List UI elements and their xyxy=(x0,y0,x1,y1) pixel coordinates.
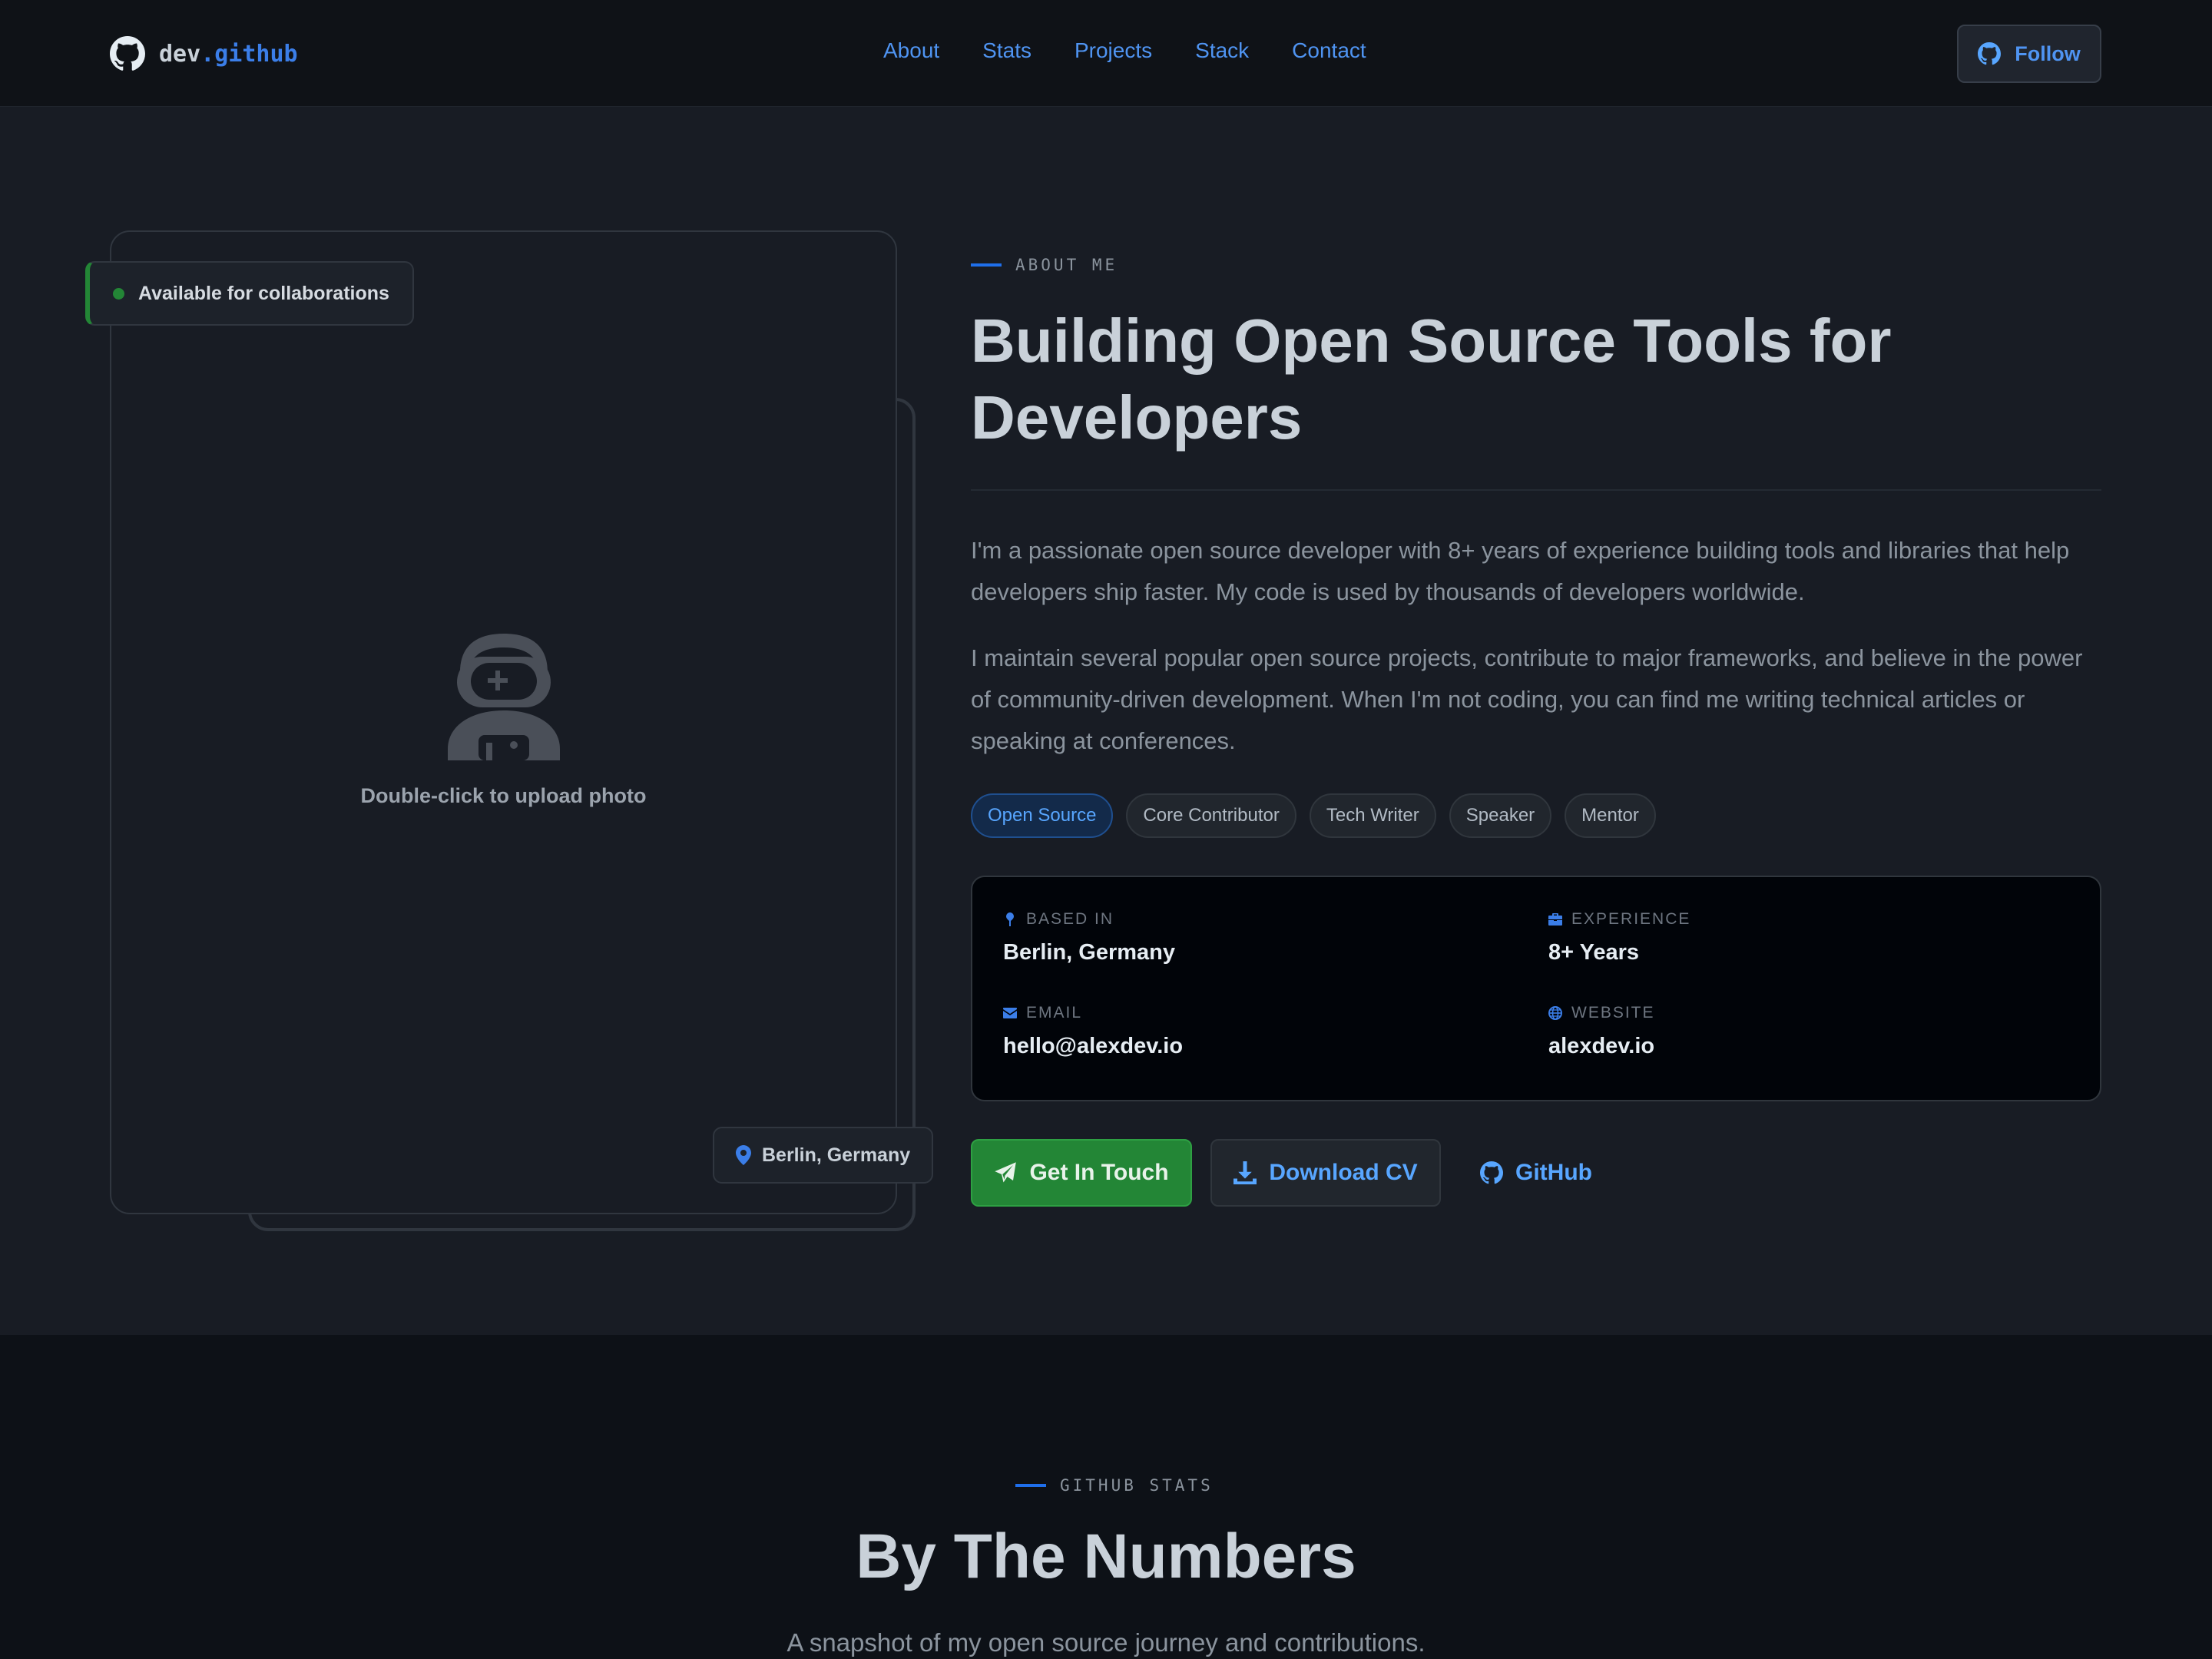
experience-label-text: EXPERIENCE xyxy=(1571,910,1691,928)
tag-speaker: Speaker xyxy=(1449,793,1552,838)
website-label-text: WEBSITE xyxy=(1571,1004,1655,1022)
paper-plane-icon xyxy=(995,1162,1017,1183)
github-link-button[interactable]: GitHub xyxy=(1475,1139,1598,1207)
globe-icon xyxy=(1548,1006,1562,1020)
nav-link-projects[interactable]: Projects xyxy=(1075,38,1152,63)
nav-link-about[interactable]: About xyxy=(883,38,939,63)
download-icon xyxy=(1233,1161,1257,1184)
astronaut-icon xyxy=(448,634,560,760)
get-in-touch-button[interactable]: Get In Touch xyxy=(971,1139,1192,1207)
about-eyebrow: ABOUT ME xyxy=(971,256,1118,274)
upload-photo-hint: Double-click to upload photo xyxy=(360,784,647,807)
skill-tags: Open Source Core Contributor Tech Writer… xyxy=(971,793,1656,838)
bio-paragraph-2: I maintain several popular open source p… xyxy=(971,644,2083,754)
github-link-label: GitHub xyxy=(1515,1160,1592,1185)
eyebrow-bar xyxy=(971,263,1002,267)
nav-link-stats[interactable]: Stats xyxy=(982,38,1031,63)
availability-text: Available for collaborations xyxy=(138,282,389,304)
eyebrow-bar xyxy=(1015,1484,1046,1487)
experience-value: 8+ Years xyxy=(1548,940,1640,965)
top-navbar: dev.github About Stats Projects Stack Co… xyxy=(0,0,2212,107)
stats-eyebrow-text: GITHUB STATS xyxy=(1060,1476,1214,1495)
briefcase-icon xyxy=(1548,913,1562,926)
download-cv-label: Download CV xyxy=(1269,1160,1418,1185)
get-in-touch-label: Get In Touch xyxy=(1029,1160,1169,1185)
email-value[interactable]: hello@alexdev.io xyxy=(1003,1034,1183,1059)
github-icon xyxy=(110,36,145,71)
info-experience-label: EXPERIENCE xyxy=(1548,908,1690,931)
follow-button[interactable]: Follow xyxy=(1957,25,2101,83)
stats-eyebrow: GITHUB STATS xyxy=(1015,1476,1214,1495)
about-eyebrow-text: ABOUT ME xyxy=(1015,256,1118,274)
tag-tech-writer: Tech Writer xyxy=(1309,793,1436,838)
info-email: EMAIL hello@alexdev.io xyxy=(1003,1002,1183,1059)
stats-title: By The Numbers xyxy=(856,1522,1356,1591)
location-badge-text: Berlin, Germany xyxy=(762,1144,911,1166)
download-cv-button[interactable]: Download CV xyxy=(1210,1139,1441,1207)
map-pin-icon xyxy=(1006,912,1014,926)
tag-open-source: Open Source xyxy=(971,793,1114,838)
bio-paragraph-1: I'm a passionate open source developer w… xyxy=(971,537,2070,605)
nav-link-contact[interactable]: Contact xyxy=(1292,38,1366,63)
github-icon xyxy=(1480,1161,1503,1184)
based-in-value: Berlin, Germany xyxy=(1003,940,1176,965)
info-website-label: WEBSITE xyxy=(1548,1002,1655,1025)
info-website: WEBSITE alexdev.io xyxy=(1548,1002,1655,1059)
brand-logo[interactable]: dev.github xyxy=(110,35,298,72)
github-icon xyxy=(1978,42,2002,65)
availability-badge: Available for collaborations xyxy=(85,261,414,326)
email-label-text: EMAIL xyxy=(1026,1004,1083,1022)
nav-link-stack[interactable]: Stack xyxy=(1195,38,1249,63)
info-panel: BASED IN Berlin, Germany EXPERIENCE 8+ Y… xyxy=(971,876,2101,1101)
brand-name: dev.github xyxy=(159,40,298,68)
location-badge: Berlin, Germany xyxy=(713,1127,934,1184)
headline-line-1: Building Open Source Tools for xyxy=(971,306,1892,375)
tag-mentor: Mentor xyxy=(1565,793,1656,838)
info-email-label: EMAIL xyxy=(1003,1002,1183,1025)
tag-core-contributor: Core Contributor xyxy=(1126,793,1296,838)
section-divider xyxy=(971,489,2101,491)
map-pin-icon xyxy=(736,1145,751,1165)
info-based-in-label: BASED IN xyxy=(1003,908,1175,931)
nav-links: About Stats Projects Stack Contact xyxy=(883,38,1366,63)
status-dot-icon xyxy=(113,287,124,300)
stats-section xyxy=(0,1335,2212,1659)
headline-line-2: Developers xyxy=(971,383,1303,452)
based-in-label-text: BASED IN xyxy=(1026,910,1114,928)
info-based-in: BASED IN Berlin, Germany xyxy=(1003,908,1175,965)
follow-button-label: Follow xyxy=(2015,41,2081,65)
envelope-icon xyxy=(1003,1008,1017,1018)
page-title: Building Open Source Tools for Developer… xyxy=(971,303,2077,456)
website-value[interactable]: alexdev.io xyxy=(1548,1034,1655,1059)
stats-subtitle: A snapshot of my open source journey and… xyxy=(786,1628,1426,1657)
info-experience: EXPERIENCE 8+ Years xyxy=(1548,908,1690,965)
